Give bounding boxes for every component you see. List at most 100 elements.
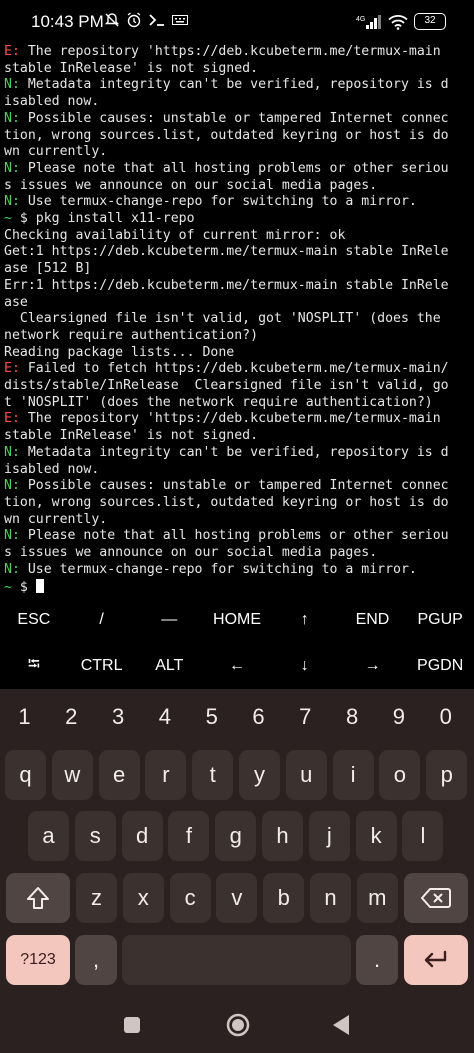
comma-key[interactable]: , xyxy=(75,935,117,985)
key-g[interactable]: g xyxy=(215,811,257,861)
terminal-output[interactable]: E: The repository 'https://deb.kcubeterm… xyxy=(0,44,474,597)
terminal-text: dists/stable/InRelease Clearsigned file … xyxy=(4,378,449,394)
terminal-line: N: Please note that all hosting problems… xyxy=(4,528,470,545)
terminal-line: wn currently. xyxy=(4,512,470,529)
enter-icon xyxy=(424,950,447,968)
key-u[interactable]: u xyxy=(285,750,327,800)
enter-key[interactable] xyxy=(404,935,468,985)
ctrl-key[interactable]: CTRL xyxy=(68,643,136,689)
terminal-line: N: Use termux-change-repo for switching … xyxy=(4,562,470,579)
terminal-text: wn currently. xyxy=(4,511,108,527)
terminal-text: Reading package lists... Done xyxy=(4,344,235,360)
arrow-right-key[interactable]: → xyxy=(339,643,407,689)
cellular-signal-icon: 4G xyxy=(356,14,381,29)
terminal-line: tion, wrong sources.list, outdated keyri… xyxy=(4,495,470,512)
pgdn-key[interactable]: PGDN xyxy=(406,643,474,689)
terminal-line: network require authentication?) xyxy=(4,328,470,345)
key-z[interactable]: z xyxy=(76,873,117,923)
space-bar[interactable] xyxy=(122,935,351,985)
pgup-key[interactable]: PGUP xyxy=(406,597,474,643)
back-button-icon[interactable] xyxy=(331,1013,351,1037)
notice-prefix: N: xyxy=(4,77,20,93)
battery-indicator: 32 xyxy=(414,13,446,30)
key-n[interactable]: n xyxy=(310,873,351,923)
terminal-text: Possible causes: unstable or tampered In… xyxy=(19,478,449,494)
number-key-7[interactable]: 7 xyxy=(285,692,326,742)
end-key[interactable]: END xyxy=(339,597,407,643)
terminal-line: N: Use termux-change-repo for switching … xyxy=(4,194,470,211)
number-key-4[interactable]: 4 xyxy=(144,692,185,742)
terminal-line: s issues we announce on our social media… xyxy=(4,545,470,562)
key-q[interactable]: q xyxy=(5,750,46,800)
notice-prefix: N: xyxy=(4,561,20,577)
terminal-line: t 'NOSPLIT' (does the network require au… xyxy=(4,395,470,412)
arrow-left-key[interactable]: ← xyxy=(203,643,271,689)
alt-key[interactable]: ALT xyxy=(135,643,203,689)
terminal-line: Clearsigned file isn't valid, got 'NOSPL… xyxy=(4,311,470,328)
number-key-1[interactable]: 1 xyxy=(4,692,45,742)
key-y[interactable]: y xyxy=(239,750,280,800)
key-h[interactable]: h xyxy=(262,811,303,861)
key-k[interactable]: k xyxy=(355,811,397,861)
terminal-line: N: Metadata integrity can't be verified,… xyxy=(4,77,470,94)
current-prompt-line[interactable]: ~ $ xyxy=(4,578,470,597)
arrow-down-key[interactable]: ↓ xyxy=(271,643,339,689)
esc-key[interactable]: ESC xyxy=(0,597,68,643)
number-key-0[interactable]: 0 xyxy=(425,692,466,742)
key-s[interactable]: s xyxy=(74,811,116,861)
wifi-icon xyxy=(388,14,408,30)
terminal-line: Get:1 https://deb.kcubeterm.me/termux-ma… xyxy=(4,244,470,261)
terminal-text: Metadata integrity can't be verified, re… xyxy=(19,77,449,93)
home-button-icon[interactable] xyxy=(225,1012,251,1038)
slash-key[interactable]: / xyxy=(68,597,136,643)
key-a[interactable]: a xyxy=(28,811,69,861)
terminal-line: Checking availability of current mirror:… xyxy=(4,228,470,245)
key-i[interactable]: i xyxy=(332,750,374,800)
terminal-line: stable InRelease' is not signed. xyxy=(4,61,470,78)
number-key-8[interactable]: 8 xyxy=(332,692,373,742)
key-l[interactable]: l xyxy=(402,811,444,861)
terminal-line: isabled now. xyxy=(4,462,470,479)
key-r[interactable]: r xyxy=(145,750,187,800)
terminal-text: $ pkg install x11-repo xyxy=(11,211,195,227)
key-t[interactable]: t xyxy=(192,750,234,800)
key-e[interactable]: e xyxy=(98,750,140,800)
number-key-5[interactable]: 5 xyxy=(191,692,232,742)
shift-key[interactable] xyxy=(6,873,70,923)
number-key-2[interactable]: 2 xyxy=(51,692,92,742)
terminal-text: stable InRelease' is not signed. xyxy=(4,60,259,76)
terminal-text: The repository 'https://deb.kcubeterm.me… xyxy=(19,411,441,427)
number-key-9[interactable]: 9 xyxy=(378,692,419,742)
key-d[interactable]: d xyxy=(121,811,163,861)
terminal-text: Checking availability of current mirror:… xyxy=(4,227,346,243)
dash-key[interactable]: — xyxy=(135,597,203,643)
key-o[interactable]: o xyxy=(379,750,421,800)
terminal-text: s issues we announce on our social media… xyxy=(4,177,378,193)
recents-button-icon[interactable] xyxy=(122,1015,142,1035)
key-p[interactable]: p xyxy=(426,750,468,800)
symbols-key[interactable]: ?123 xyxy=(6,935,70,985)
number-key-3[interactable]: 3 xyxy=(98,692,139,742)
key-w[interactable]: w xyxy=(51,750,93,800)
key-v[interactable]: v xyxy=(216,873,258,923)
terminal-notification-icon xyxy=(149,14,164,26)
home-key[interactable]: HOME xyxy=(203,597,271,643)
system-navigation-bar xyxy=(0,999,474,1053)
prompt-symbol: ~ xyxy=(4,211,12,227)
key-j[interactable]: j xyxy=(308,811,350,861)
terminal-line: N: Please note that all hosting problems… xyxy=(4,161,470,178)
terminal-line: N: Possible causes: unstable or tampered… xyxy=(4,111,470,128)
terminal-line: Reading package lists... Done xyxy=(4,345,470,362)
key-b[interactable]: b xyxy=(263,873,305,923)
error-prefix: E: xyxy=(4,411,20,427)
key-m[interactable]: m xyxy=(356,873,398,923)
key-x[interactable]: x xyxy=(122,873,164,923)
arrow-up-key[interactable]: ↑ xyxy=(271,597,339,643)
period-key[interactable]: . xyxy=(356,935,398,985)
number-key-6[interactable]: 6 xyxy=(238,692,279,742)
key-c[interactable]: c xyxy=(169,873,211,923)
tab-key[interactable]: ⭾ xyxy=(0,643,68,689)
key-f[interactable]: f xyxy=(168,811,210,861)
backspace-key[interactable] xyxy=(404,873,468,923)
muted-bell-icon xyxy=(104,13,120,27)
